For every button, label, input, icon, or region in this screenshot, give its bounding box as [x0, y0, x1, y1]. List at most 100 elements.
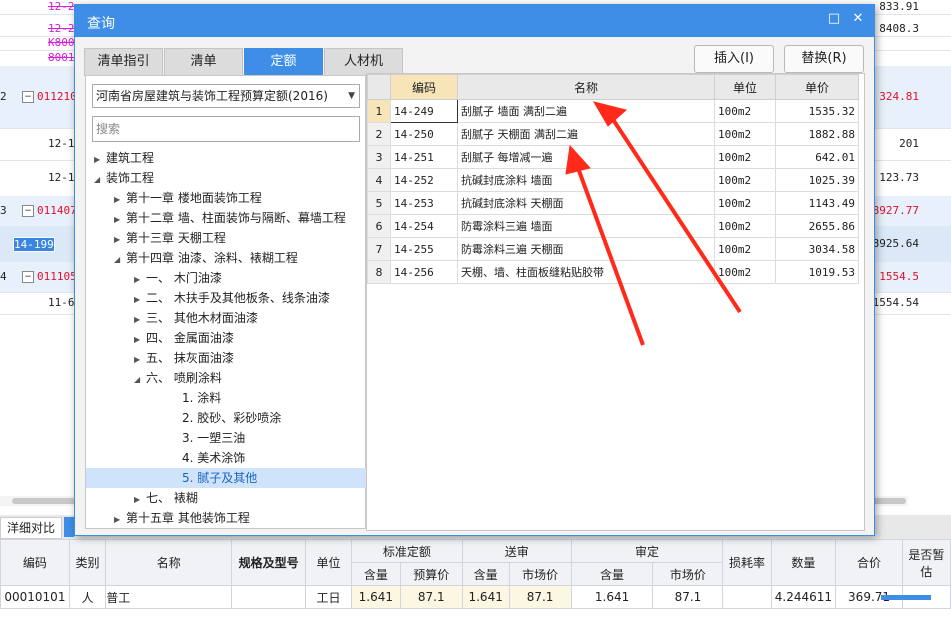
cell-price[interactable]: 2655.86	[775, 214, 859, 238]
cell-price[interactable]: 1143.49	[775, 191, 859, 215]
collapsed-icon[interactable]: ▶	[134, 490, 146, 510]
tab-quota[interactable]: 定额	[244, 48, 323, 76]
table-cell[interactable]: 87.1	[508, 585, 572, 609]
item-code[interactable]: 14-199	[13, 237, 55, 252]
table-cell[interactable]: 87.1	[399, 585, 463, 609]
expanded-icon[interactable]: ◢	[94, 170, 106, 190]
cell-price[interactable]: 3034.58	[775, 237, 859, 261]
cell-name[interactable]: 抗碱封底涂料 天棚面	[457, 191, 715, 215]
tab-labor-material[interactable]: 人材机	[324, 48, 403, 76]
cell-unit[interactable]: 100m2	[714, 214, 776, 238]
table-row[interactable]: 1 14-249 刮腻子 墙面 满刮二遍 100m2 1535.32	[367, 99, 859, 123]
col-unit[interactable]: 单位	[304, 539, 353, 586]
cell-code[interactable]: 14-252	[390, 168, 458, 192]
cell-price[interactable]: 1025.39	[775, 168, 859, 192]
table-cell[interactable]: 1.641	[461, 585, 510, 609]
col-loss-rate[interactable]: 损耗率	[722, 539, 772, 586]
table-cell[interactable]	[722, 585, 772, 609]
collapse-icon[interactable]: −	[22, 91, 34, 103]
table-cell[interactable]: 工日	[304, 585, 353, 609]
table-row[interactable]: 7 14-255 防霉涂料三遍 天棚面 100m2 3034.58	[367, 237, 859, 261]
row-index[interactable]: 2	[367, 122, 391, 146]
table-cell[interactable]: 00010101	[0, 585, 70, 609]
collapsed-icon[interactable]: ▶	[134, 310, 146, 330]
cell-price[interactable]: 642.01	[775, 145, 859, 169]
item-code[interactable]: 8001	[48, 51, 75, 64]
tree-node[interactable]: ▶ 一、 木门油漆	[86, 268, 400, 288]
cell-price[interactable]: 1882.88	[775, 122, 859, 146]
collapsed-icon[interactable]: ▶	[134, 330, 146, 350]
tree-node[interactable]: ◢ 装饰工程	[86, 168, 360, 188]
collapsed-icon[interactable]: ▶	[114, 230, 126, 250]
expanded-icon[interactable]: ◢	[114, 250, 126, 270]
col-name[interactable]: 名称	[457, 74, 715, 100]
tree-node[interactable]: ▶ 七、 裱糊	[86, 488, 400, 508]
table-row[interactable]: 4 14-252 抗碱封底涂料 墙面 100m2 1025.39	[367, 168, 859, 192]
col-provisional[interactable]: 是否暂估	[901, 539, 951, 586]
col-quantity[interactable]: 数量	[770, 539, 837, 586]
cell-code[interactable]: 14-253	[390, 191, 458, 215]
panel-splitter-handle[interactable]	[881, 595, 931, 600]
dialog-titlebar[interactable]: 查询 □ ✕	[75, 5, 874, 37]
cell-code[interactable]: 14-254	[390, 214, 458, 238]
collapsed-icon[interactable]: ▶	[114, 190, 126, 210]
tab-bill[interactable]: 清单	[164, 48, 243, 76]
tree-node[interactable]: ◢ 六、 喷刷涂料	[86, 368, 400, 388]
tree-node[interactable]: ▶ 建筑工程	[86, 148, 360, 168]
table-cell[interactable]	[231, 585, 306, 609]
item-code[interactable]: 12-1	[48, 137, 75, 150]
table-cell[interactable]: 1.641	[570, 585, 654, 609]
row-index[interactable]: 1	[367, 99, 391, 123]
row-index[interactable]: 7	[367, 237, 391, 261]
tree-node[interactable]: ▶ 二、 木扶手及其他板条、线条油漆	[86, 288, 400, 308]
cell-name[interactable]: 天棚、墙、柱面板缝粘贴胶带	[457, 260, 715, 284]
table-cell[interactable]: 87.1	[652, 585, 724, 609]
table-row[interactable]: 2 14-250 刮腻子 天棚面 满刮二遍 100m2 1882.88	[367, 122, 859, 146]
col-code[interactable]: 编码	[0, 539, 70, 586]
insert-button[interactable]: 插入(I)	[694, 45, 774, 73]
collapsed-icon[interactable]: ▶	[134, 350, 146, 370]
collapsed-icon[interactable]: ▶	[114, 510, 126, 530]
cell-unit[interactable]: 100m2	[714, 145, 776, 169]
close-icon[interactable]: ✕	[851, 12, 865, 26]
item-code[interactable]: 12-2	[48, 0, 75, 13]
collapsed-icon[interactable]: ▶	[114, 210, 126, 230]
col-type[interactable]: 类别	[68, 539, 107, 586]
maximize-icon[interactable]: □	[827, 12, 841, 26]
expanded-icon[interactable]: ◢	[134, 370, 146, 390]
tree-node[interactable]: ◢ 第十四章 油漆、涂料、裱糊工程	[86, 248, 380, 268]
item-code[interactable]: 011105	[37, 270, 77, 283]
collapse-icon[interactable]: −	[22, 205, 34, 217]
collapsed-icon[interactable]: ▶	[94, 150, 106, 170]
cell-unit[interactable]: 100m2	[714, 237, 776, 261]
row-index[interactable]: 3	[367, 145, 391, 169]
col-standard[interactable]: 标准定额	[351, 539, 463, 563]
collapsed-icon[interactable]: ▶	[134, 270, 146, 290]
row-index[interactable]: 5	[367, 191, 391, 215]
quota-library-select[interactable]: 河南省房屋建筑与装饰工程预算定额(2016) ▼	[92, 84, 360, 108]
table-cell[interactable]: 人	[68, 585, 107, 609]
table-row[interactable]: 3 14-251 刮腻子 每增减一遍 100m2 642.01	[367, 145, 859, 169]
col-unit[interactable]: 单位	[714, 74, 776, 100]
tab-bill-guide[interactable]: 清单指引	[84, 48, 163, 76]
row-index[interactable]: 4	[367, 168, 391, 192]
tree-node[interactable]: ▶ 第十一章 楼地面装饰工程	[86, 188, 380, 208]
collapsed-icon[interactable]: ▶	[134, 290, 146, 310]
table-row[interactable]: 8 14-256 天棚、墙、柱面板缝粘贴胶带 100m2 1019.53	[367, 260, 859, 284]
cell-code[interactable]: 14-255	[390, 237, 458, 261]
item-code[interactable]: K800	[48, 36, 75, 49]
item-code[interactable]: 011407	[37, 204, 77, 217]
table-row[interactable]: 00010101 人普工 工日 1.641 87.1 1.641 87.1 1.641 87.1…	[0, 585, 951, 609]
row-index[interactable]: 8	[367, 260, 391, 284]
cell-price[interactable]: 1535.32	[775, 99, 859, 123]
tree-node[interactable]: ▶ 四、 金属面油漆	[86, 328, 400, 348]
cell-unit[interactable]: 100m2	[714, 168, 776, 192]
col-spec[interactable]: 规格及型号	[231, 539, 306, 586]
item-code[interactable]: 011210	[37, 90, 77, 103]
cell-name[interactable]: 刮腻子 天棚面 满刮二遍	[457, 122, 715, 146]
cell-name[interactable]: 防霉涂料三遍 墙面	[457, 214, 715, 238]
row-index[interactable]: 6	[367, 214, 391, 238]
tree-node[interactable]: ▶ 三、 其他木材面油漆	[86, 308, 400, 328]
table-cell[interactable]: 4.244611	[770, 585, 837, 609]
chevron-down-icon[interactable]: ▼	[348, 85, 355, 107]
